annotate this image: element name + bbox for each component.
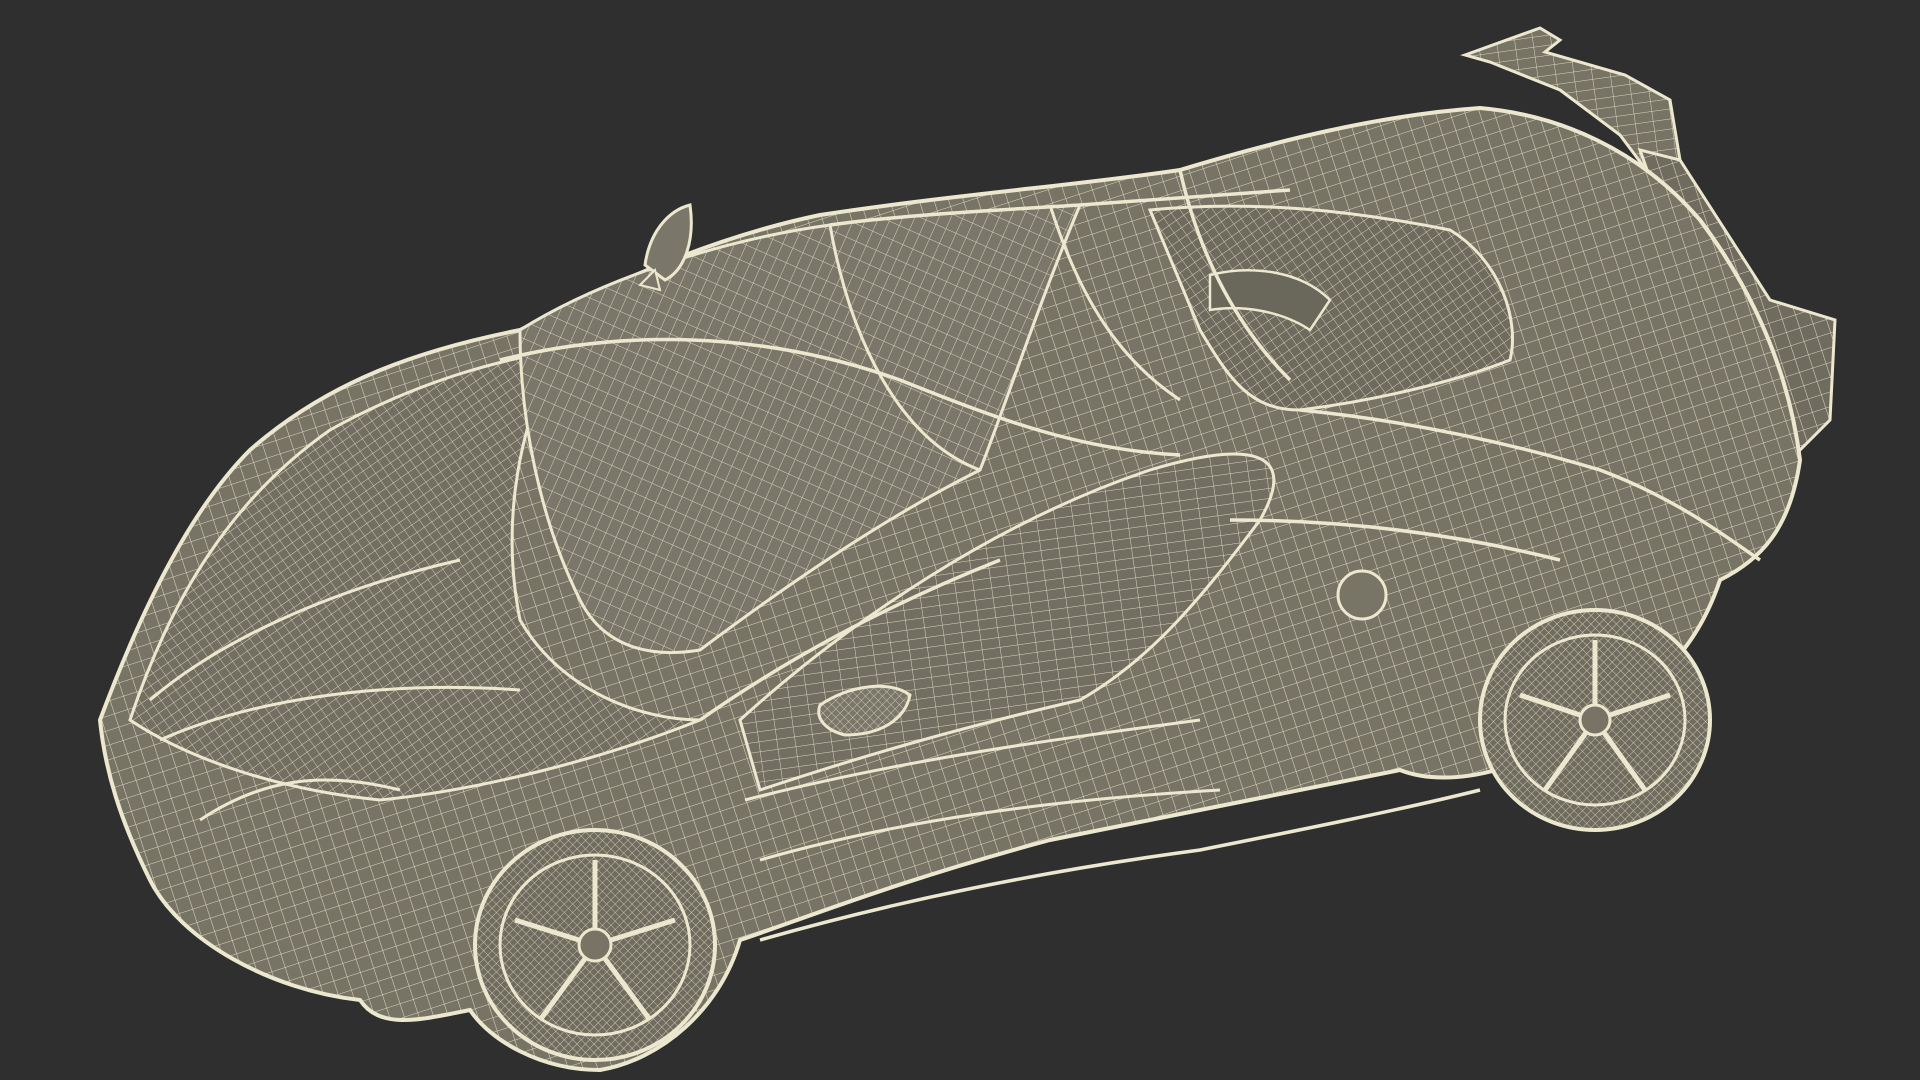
- front-wheel: [473, 828, 717, 1062]
- car-wireframe-render: [97, 26, 1837, 1073]
- render-viewport: [0, 0, 1920, 1080]
- fuel-cap: [1336, 569, 1388, 621]
- rear-wheel: [1478, 608, 1712, 832]
